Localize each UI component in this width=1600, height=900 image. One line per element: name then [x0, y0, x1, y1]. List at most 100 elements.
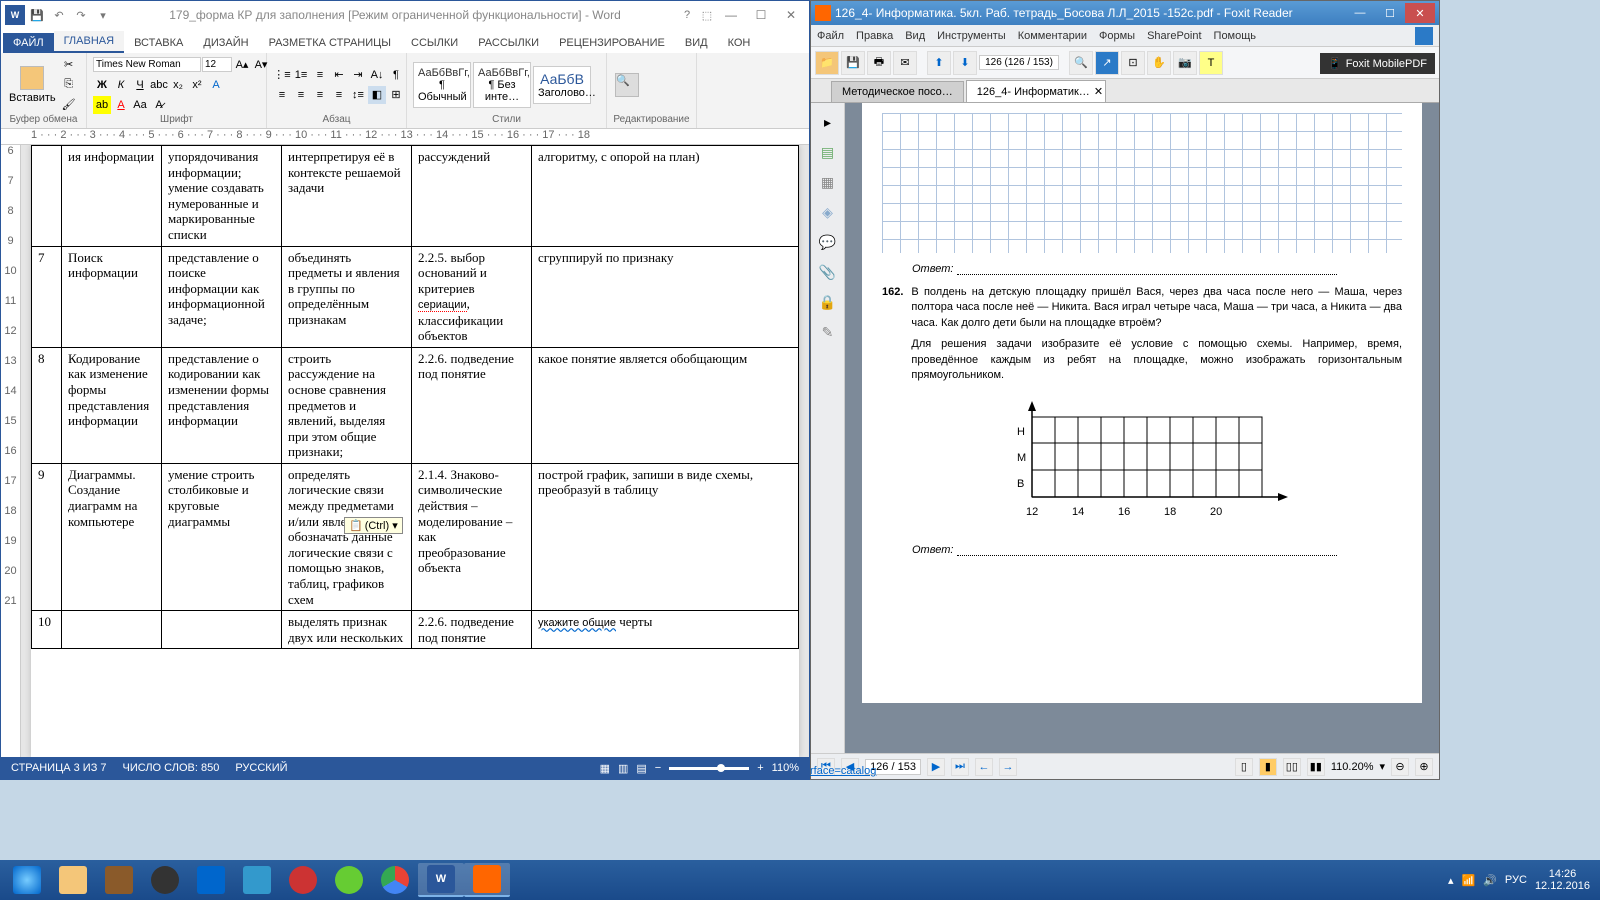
- doc-tab[interactable]: 126_4- Информатик…✕: [966, 80, 1106, 102]
- app1-icon[interactable]: [96, 863, 142, 897]
- bullets-icon[interactable]: ⋮≡: [273, 66, 291, 84]
- expand-icon[interactable]: ▸: [815, 109, 841, 135]
- shading-icon[interactable]: ◧: [368, 86, 386, 104]
- ribbon-options-icon[interactable]: ⬚: [697, 5, 717, 25]
- security-icon[interactable]: 🔒: [815, 289, 841, 315]
- power-icon[interactable]: [280, 863, 326, 897]
- open-icon[interactable]: 📁: [815, 51, 839, 75]
- save-icon[interactable]: 💾: [841, 51, 865, 75]
- next-page-icon[interactable]: ⬇: [953, 51, 977, 75]
- tab-design[interactable]: ДИЗАЙН: [193, 33, 258, 53]
- pages-icon[interactable]: ▦: [815, 169, 841, 195]
- clock[interactable]: 14:26 12.12.2016: [1535, 868, 1590, 892]
- app2-icon[interactable]: [142, 863, 188, 897]
- qat-dropdown-icon[interactable]: ▾: [93, 5, 113, 25]
- zoom-value[interactable]: 110.20%: [1331, 761, 1374, 773]
- find-icon[interactable]: 🔍: [1069, 51, 1093, 75]
- style-heading[interactable]: АаБбВЗаголово…: [533, 66, 591, 104]
- borders-icon[interactable]: ⊞: [387, 86, 405, 104]
- tab-layout[interactable]: РАЗМЕТКА СТРАНИЦЫ: [259, 33, 401, 53]
- snapshot-icon[interactable]: 📷: [1173, 51, 1197, 75]
- next-page-icon[interactable]: ▶: [927, 758, 945, 776]
- app4-icon[interactable]: [234, 863, 280, 897]
- align-center-icon[interactable]: ≡: [292, 86, 310, 104]
- sort-icon[interactable]: A↓: [368, 66, 386, 84]
- indent-inc-icon[interactable]: ⇥: [349, 66, 367, 84]
- prev-page-icon[interactable]: ⬆: [927, 51, 951, 75]
- fx-app-icon[interactable]: [1415, 27, 1433, 45]
- app3-icon[interactable]: [188, 863, 234, 897]
- mobile-pdf-ad[interactable]: 📱Foxit MobilePDF: [1320, 53, 1435, 74]
- layers-icon[interactable]: ◈: [815, 199, 841, 225]
- minimize-button[interactable]: —: [717, 5, 745, 25]
- view-web-icon[interactable]: ▤: [636, 762, 646, 775]
- sign-icon[interactable]: ✎: [815, 319, 841, 345]
- tray-up-icon[interactable]: ▴: [1448, 874, 1454, 887]
- print-icon[interactable]: 🖶: [867, 51, 891, 75]
- clear-format-icon[interactable]: A̷: [150, 96, 168, 114]
- back-icon[interactable]: ←: [975, 758, 993, 776]
- superscript-button[interactable]: x²: [188, 76, 206, 94]
- email-icon[interactable]: ✉: [893, 51, 917, 75]
- view-read-icon[interactable]: ▦: [600, 762, 610, 775]
- find-button[interactable]: 🔍: [613, 71, 641, 99]
- cont-facing-icon[interactable]: ▮▮: [1307, 758, 1325, 776]
- redo-icon[interactable]: ↷: [71, 5, 91, 25]
- status-lang[interactable]: РУССКИЙ: [235, 762, 287, 774]
- doc-tab[interactable]: Методическое посо…: [831, 81, 964, 102]
- undo-icon[interactable]: ↶: [49, 5, 69, 25]
- comments-icon[interactable]: 💬: [815, 229, 841, 255]
- font-color-icon[interactable]: A: [112, 96, 130, 114]
- multilevel-icon[interactable]: ≡: [311, 66, 329, 84]
- zoom-in-icon[interactable]: ⊕: [1415, 758, 1433, 776]
- menu-tools[interactable]: Инструменты: [937, 30, 1006, 42]
- tab-close-icon[interactable]: ✕: [1094, 85, 1103, 98]
- format-painter-icon[interactable]: 🖌: [60, 96, 78, 114]
- subscript-button[interactable]: x₂: [169, 76, 187, 94]
- align-left-icon[interactable]: ≡: [273, 86, 291, 104]
- highlight-icon[interactable]: T: [1199, 51, 1223, 75]
- menu-view[interactable]: Вид: [905, 30, 925, 42]
- explorer-icon[interactable]: [50, 863, 96, 897]
- maximize-button[interactable]: ☐: [747, 5, 775, 25]
- utorrent-icon[interactable]: [326, 863, 372, 897]
- style-no-spacing[interactable]: АаБбВвГг,¶ Без инте…: [473, 62, 531, 108]
- indent-dec-icon[interactable]: ⇤: [330, 66, 348, 84]
- menu-comments[interactable]: Комментарии: [1018, 30, 1087, 42]
- highlight-icon[interactable]: ab: [93, 96, 111, 114]
- change-case-icon[interactable]: Aa: [131, 96, 149, 114]
- select-icon[interactable]: ⊡: [1121, 51, 1145, 75]
- show-marks-icon[interactable]: ¶: [387, 66, 405, 84]
- status-words[interactable]: ЧИСЛО СЛОВ: 850: [123, 762, 220, 774]
- bookmarks-icon[interactable]: ▤: [815, 139, 841, 165]
- ie-icon[interactable]: [4, 863, 50, 897]
- line-spacing-icon[interactable]: ↕≡: [349, 86, 367, 104]
- vertical-ruler[interactable]: 6 7 8 9 10 11 12 13 14 15 16 17 18 19 20…: [1, 145, 21, 757]
- tab-insert[interactable]: ВСТАВКА: [124, 33, 193, 53]
- view-print-icon[interactable]: ▥: [618, 762, 628, 775]
- menu-edit[interactable]: Правка: [856, 30, 893, 42]
- bold-button[interactable]: Ж: [93, 76, 111, 94]
- cut-icon[interactable]: ✂: [60, 56, 78, 74]
- attachments-icon[interactable]: 📎: [815, 259, 841, 285]
- zoom-out-icon[interactable]: ⊖: [1391, 758, 1409, 776]
- network-icon[interactable]: 📶: [1462, 874, 1476, 887]
- continuous-icon[interactable]: ▮: [1259, 758, 1277, 776]
- strike-button[interactable]: abc: [150, 76, 168, 94]
- style-normal[interactable]: АаБбВвГг,¶ Обычный: [413, 62, 471, 108]
- lang-indicator[interactable]: РУС: [1505, 874, 1527, 886]
- font-size-select[interactable]: 12: [202, 57, 232, 72]
- document-area[interactable]: 6 7 8 9 10 11 12 13 14 15 16 17 18 19 20…: [1, 145, 809, 757]
- zoom-dropdown-icon[interactable]: ▾: [1379, 760, 1385, 773]
- fx-close-button[interactable]: ✕: [1405, 3, 1435, 23]
- menu-file[interactable]: Файл: [817, 30, 844, 42]
- zoom-value[interactable]: 110%: [772, 762, 799, 774]
- tab-addins[interactable]: КОН: [718, 33, 761, 53]
- grow-font-icon[interactable]: A▴: [233, 56, 251, 74]
- page-number-input[interactable]: [979, 55, 1059, 70]
- text-effects-icon[interactable]: A: [207, 76, 225, 94]
- fx-minimize-button[interactable]: —: [1345, 3, 1375, 23]
- paste-button[interactable]: Вставить: [7, 64, 58, 106]
- zoom-in-icon[interactable]: +: [757, 762, 763, 774]
- zoom-slider[interactable]: [669, 767, 749, 770]
